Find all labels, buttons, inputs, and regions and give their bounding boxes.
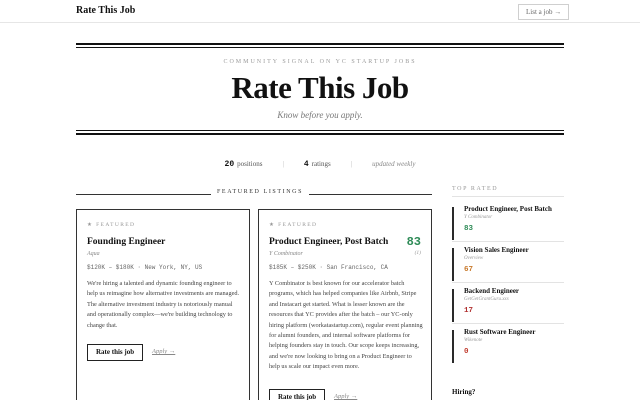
item-company: Overview	[464, 256, 484, 261]
stats-bar: 20 positions | 4 ratings | updated weekl…	[76, 158, 564, 170]
item-company: Y Combinator	[464, 215, 493, 220]
featured-card[interactable]: ★ FEATURED Founding Engineer Aqua $120K …	[76, 209, 250, 400]
job-description: We're hiring a talented and dynamic foun…	[87, 280, 240, 329]
ratings-count: 4	[303, 159, 309, 169]
hiring-heading[interactable]: Hiring?	[452, 388, 475, 396]
job-meta: $120K – $180K · New York, NY, US	[87, 264, 203, 271]
positions-count: 20	[224, 159, 235, 169]
updated-label: updated weekly	[372, 160, 416, 168]
rate-job-button[interactable]: Rate this job	[269, 389, 326, 400]
masthead-rule-top	[76, 43, 564, 45]
item-title[interactable]: Rust Software Engineer	[464, 328, 535, 336]
rate-job-button[interactable]: Rate this job	[87, 344, 144, 361]
featured-card[interactable]: ★ FEATURED Product Engineer, Post Batch …	[258, 209, 432, 400]
rating-count: (1)	[414, 250, 421, 256]
item-company: GetGetGrantGuru.xxx	[464, 297, 509, 302]
item-score: 17	[464, 307, 474, 315]
masthead-rule-bottom-thin	[76, 130, 564, 131]
apply-link[interactable]: Apply →	[334, 393, 357, 400]
featured-heading: FEATURED LISTINGS	[211, 189, 310, 195]
masthead-kicker: COMMUNITY SIGNAL ON YC STARTUP JOBS	[223, 59, 417, 65]
job-description: Y Combinator is best known for our accel…	[269, 280, 423, 371]
job-title[interactable]: Product Engineer, Post Batch	[269, 237, 388, 247]
item-accent-bar	[452, 330, 454, 363]
masthead-rule-top-thin	[76, 47, 564, 48]
stats-divider: |	[282, 160, 284, 168]
brand-link[interactable]: Rate This Job	[76, 5, 135, 16]
positions-label: positions	[237, 160, 263, 168]
stats-divider: |	[350, 160, 353, 168]
item-accent-bar	[452, 207, 454, 240]
list-job-button[interactable]: List a job →	[518, 4, 570, 20]
rating-score: 83	[406, 235, 421, 249]
top-nav: Rate This Job List a job →	[0, 0, 640, 23]
apply-link[interactable]: Apply →	[152, 348, 175, 355]
top-rated-item[interactable]: Rust Software Engineer Wikenote 0	[452, 328, 564, 366]
featured-badge: ★ FEATURED	[87, 222, 136, 228]
top-rated-item[interactable]: Vision Sales Engineer Overview 67	[452, 246, 564, 284]
item-company: Wikenote	[464, 338, 483, 343]
sidebar-rule	[452, 196, 564, 197]
sidebar-rule	[452, 323, 564, 324]
masthead-rule-bottom	[76, 133, 564, 135]
item-title[interactable]: Backend Engineer	[464, 287, 519, 295]
company-name: Y Combinator	[269, 251, 303, 257]
top-rated-heading: TOP RATED	[452, 186, 499, 192]
tagline: Know before you apply.	[277, 110, 363, 120]
sidebar-rule	[452, 282, 564, 283]
item-score: 0	[464, 348, 469, 356]
top-rated-item[interactable]: Product Engineer, Post Batch Y Combinato…	[452, 205, 564, 243]
ratings-label: ratings	[311, 160, 331, 168]
item-title[interactable]: Product Engineer, Post Batch	[464, 205, 552, 213]
featured-badge: ★ FEATURED	[269, 222, 318, 228]
job-title[interactable]: Founding Engineer	[87, 237, 165, 247]
top-rated-item[interactable]: Backend Engineer GetGetGrantGuru.xxx 17	[452, 287, 564, 325]
job-meta: $185K – $250K · San Francisco, CA	[269, 264, 388, 271]
item-title[interactable]: Vision Sales Engineer	[464, 246, 529, 254]
item-accent-bar	[452, 289, 454, 322]
sidebar-rule	[452, 241, 564, 242]
page-title: Rate This Job	[231, 70, 409, 105]
item-accent-bar	[452, 248, 454, 281]
item-score: 67	[464, 266, 474, 274]
item-score: 83	[464, 225, 474, 233]
company-name: Aqua	[87, 251, 100, 257]
